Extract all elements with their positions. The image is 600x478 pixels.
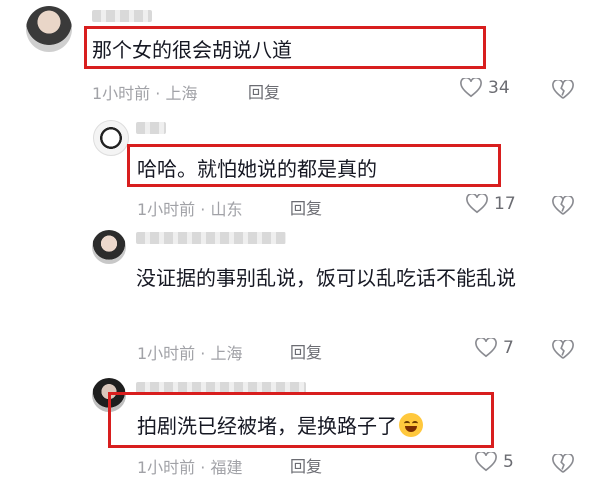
heart-outline-icon	[460, 78, 482, 98]
like-button[interactable]: 5	[475, 452, 514, 472]
heart-outline-icon	[475, 452, 497, 472]
username-blurred[interactable]	[136, 122, 166, 134]
like-count: 34	[488, 78, 510, 98]
comment-item: 哈哈。就怕她说的都是真的 1小时前 · 山东 回复 17	[0, 110, 600, 220]
broken-heart-icon[interactable]	[552, 196, 574, 216]
like-button[interactable]: 17	[466, 194, 516, 214]
avatar[interactable]	[93, 120, 129, 156]
reply-button[interactable]: 回复	[248, 79, 280, 103]
username-blurred[interactable]	[92, 10, 152, 22]
heart-outline-icon	[466, 194, 488, 214]
broken-heart-icon[interactable]	[552, 454, 574, 474]
like-count: 7	[503, 338, 514, 358]
comment-text: 没证据的事别乱说，饭可以乱吃话不能乱说	[136, 266, 516, 290]
broken-heart-icon[interactable]	[552, 80, 574, 100]
like-button[interactable]: 34	[460, 78, 510, 98]
highlight-box	[127, 144, 501, 187]
broken-heart-icon[interactable]	[552, 340, 574, 360]
reply-button[interactable]: 回复	[290, 453, 322, 477]
username-blurred[interactable]	[136, 232, 286, 244]
like-button[interactable]: 7	[475, 338, 514, 358]
comment-meta: 1小时前 · 上海	[137, 344, 243, 363]
comment-item: 那个女的很会胡说八道 1小时前 · 上海 回复 34	[0, 0, 600, 110]
like-count: 5	[503, 452, 514, 472]
comment-item: 拍剧洗已经被堵，是换路子了 1小时前 · 福建 回复 5	[0, 370, 600, 477]
comment-meta: 1小时前 · 福建	[137, 458, 243, 477]
comment-meta: 1小时前 · 山东	[137, 200, 243, 219]
highlight-box	[108, 392, 494, 448]
reply-button[interactable]: 回复	[290, 339, 322, 363]
avatar[interactable]	[92, 230, 126, 264]
reply-button[interactable]: 回复	[290, 195, 322, 219]
comment-meta: 1小时前 · 上海	[92, 84, 198, 103]
like-count: 17	[494, 194, 516, 214]
heart-outline-icon	[475, 338, 497, 358]
comment-item: 没证据的事别乱说，饭可以乱吃话不能乱说 1小时前 · 上海 回复 7	[0, 220, 600, 370]
avatar[interactable]	[26, 6, 72, 52]
highlight-box	[84, 26, 486, 69]
